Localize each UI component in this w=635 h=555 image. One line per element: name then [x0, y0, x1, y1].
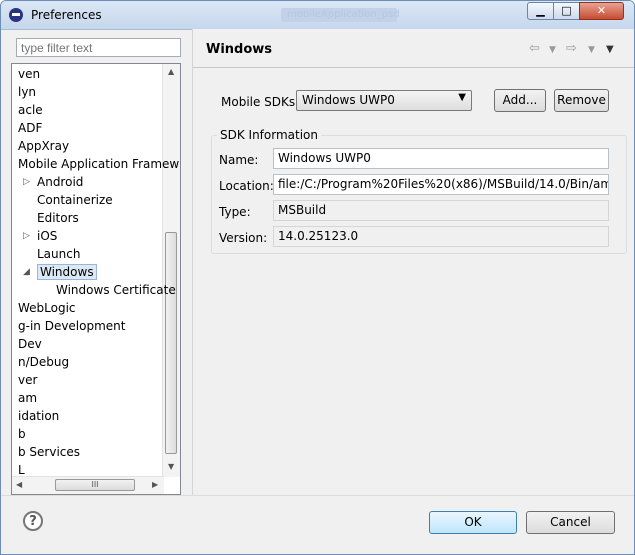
title-bar: Preferences mobileApplication_psd ▁ □ ✕ [1, 1, 634, 30]
version-label: Version: [219, 231, 268, 245]
chevron-down-icon: ▼ [458, 92, 466, 103]
tree-item[interactable]: ▷ Android [23, 173, 84, 191]
tree-collapsed-icon[interactable]: ▷ [23, 173, 30, 191]
tree-item[interactable]: ver [18, 371, 37, 389]
preference-page: Windows ⇦ ▼ ⇨ ▼ ▼ Mobile SDKs: Windows U… [192, 29, 634, 495]
tree-item[interactable]: b [18, 425, 26, 443]
footer-separator [1, 495, 634, 496]
tree-item-label: iOS [37, 229, 58, 243]
mobile-sdks-label: Mobile SDKs: [221, 95, 300, 109]
help-icon[interactable]: ? [23, 511, 43, 531]
type-label: Type: [219, 205, 251, 219]
page-title: Windows [206, 42, 273, 57]
tree-item-label: Launch [37, 247, 81, 261]
tree-collapsed-icon[interactable]: ▷ [23, 227, 30, 245]
tree-item[interactable]: Containerize [37, 191, 113, 209]
background-window-tab: mobileApplication_psd [281, 8, 400, 22]
tree-item[interactable]: Windows Certificate [56, 281, 176, 299]
tree-item[interactable]: idation [18, 407, 59, 425]
version-field: 14.0.25123.0 [273, 226, 609, 247]
eclipse-icon [9, 8, 23, 22]
tree-item-label: lyn [18, 85, 37, 99]
tree-item-label: Windows [37, 264, 97, 280]
tree-item-label: L [18, 463, 25, 477]
name-field[interactable]: Windows UWP0 [273, 148, 609, 169]
tree-item[interactable]: g-in Development [18, 317, 125, 335]
tree-item-label: n/Debug [18, 355, 70, 369]
tree-item-label: ven [18, 67, 41, 81]
add-sdk-button[interactable]: Add... [494, 89, 546, 112]
tree-item[interactable]: AppXray [18, 137, 69, 155]
preferences-window: Preferences mobileApplication_psd ▁ □ ✕ … [0, 0, 635, 555]
window-title: Preferences [31, 8, 102, 22]
location-field[interactable]: file:/C:/Program%20Files%20(x86)/MSBuild… [273, 174, 609, 195]
tree-item-label: ADF [18, 121, 43, 135]
tree-item-label: g-in Development [18, 319, 126, 333]
tree-item[interactable]: n/Debug [18, 353, 69, 371]
sdk-information-title: SDK Information [217, 128, 322, 142]
tree-item-label: ver [18, 373, 38, 387]
tree-item[interactable]: WebLogic [18, 299, 76, 317]
back-arrow-icon[interactable]: ⇦ [529, 41, 540, 56]
tree-item-label: AppXray [18, 139, 70, 153]
tree-item-label: Editors [37, 211, 79, 225]
tree-item[interactable]: Launch [37, 245, 80, 263]
scroll-right-arrow-icon[interactable]: ▶ [152, 480, 158, 489]
tree-item-label: acle [18, 103, 43, 117]
tree-item-label: WebLogic [18, 301, 76, 315]
scroll-left-arrow-icon[interactable]: ◀ [16, 480, 22, 489]
tree-item-label: idation [18, 409, 60, 423]
tree-item[interactable]: Mobile Application Framew [18, 155, 179, 173]
tree-item[interactable]: Dev [18, 335, 42, 353]
tree-item[interactable]: ADF [18, 119, 42, 137]
tree-item-label: b [18, 427, 26, 441]
location-label: Location: [219, 179, 274, 193]
tree-item[interactable]: lyn [18, 83, 36, 101]
tree-item[interactable]: acle [18, 101, 43, 119]
tree-item-label: Windows Certificate [56, 283, 176, 297]
remove-sdk-button[interactable]: Remove [554, 89, 609, 112]
minimize-button[interactable]: ▁ [527, 2, 554, 20]
preferences-navigation: ▲ ▼ ven lyn acle ADF AppXray Mobile Applicati… [11, 33, 183, 497]
horizontal-scroll-thumb[interactable]: III [55, 479, 135, 491]
mobile-sdks-select[interactable]: Windows UWP0 ▼ [296, 90, 472, 111]
maximize-icon: □ [561, 4, 572, 17]
vertical-scroll-thumb[interactable] [165, 232, 177, 454]
scroll-up-arrow-icon[interactable]: ▲ [168, 67, 174, 76]
tree-item-label: b Services [18, 445, 81, 459]
preference-tree: ▲ ▼ ven lyn acle ADF AppXray Mobile Applicati… [11, 63, 181, 495]
tree-item[interactable]: ▷ iOS [23, 227, 58, 245]
tree-item-label: am [18, 391, 38, 405]
tree-horizontal-scrollbar[interactable]: ◀ III ▶ [12, 476, 164, 494]
tree-item[interactable]: ven [18, 65, 40, 83]
scroll-down-arrow-icon[interactable]: ▼ [168, 462, 174, 471]
back-menu-icon[interactable]: ▼ [549, 45, 556, 55]
forward-menu-icon[interactable]: ▼ [588, 45, 595, 55]
mobile-sdks-selected-value: Windows UWP0 [302, 93, 395, 107]
tree-item-label: Containerize [37, 193, 113, 207]
ok-button[interactable]: OK [429, 511, 517, 534]
tree-vertical-scrollbar[interactable]: ▲ ▼ [162, 64, 180, 477]
name-label: Name: [219, 153, 259, 167]
type-field: MSBuild [273, 200, 609, 221]
cancel-button[interactable]: Cancel [526, 511, 615, 534]
tree-expanded-icon[interactable]: ◢ [23, 263, 30, 281]
close-icon: ✕ [596, 4, 607, 17]
tree-item[interactable]: am [18, 389, 37, 407]
filter-input[interactable] [16, 38, 181, 57]
tree-item-label: Dev [18, 337, 42, 351]
tree-item-label: Android [37, 175, 84, 189]
title-separator [193, 67, 634, 68]
tree-item[interactable]: ◢ Windows [23, 263, 97, 281]
tree-item[interactable]: Editors [37, 209, 79, 227]
tree-item-label: Mobile Application Framew [18, 157, 180, 171]
maximize-button[interactable]: □ [553, 2, 580, 20]
forward-arrow-icon[interactable]: ⇨ [566, 41, 577, 56]
close-button[interactable]: ✕ [579, 2, 624, 20]
minimize-icon: ▁ [536, 4, 545, 17]
tree-item[interactable]: b Services [18, 443, 80, 461]
view-menu-icon[interactable]: ▼ [606, 44, 614, 55]
